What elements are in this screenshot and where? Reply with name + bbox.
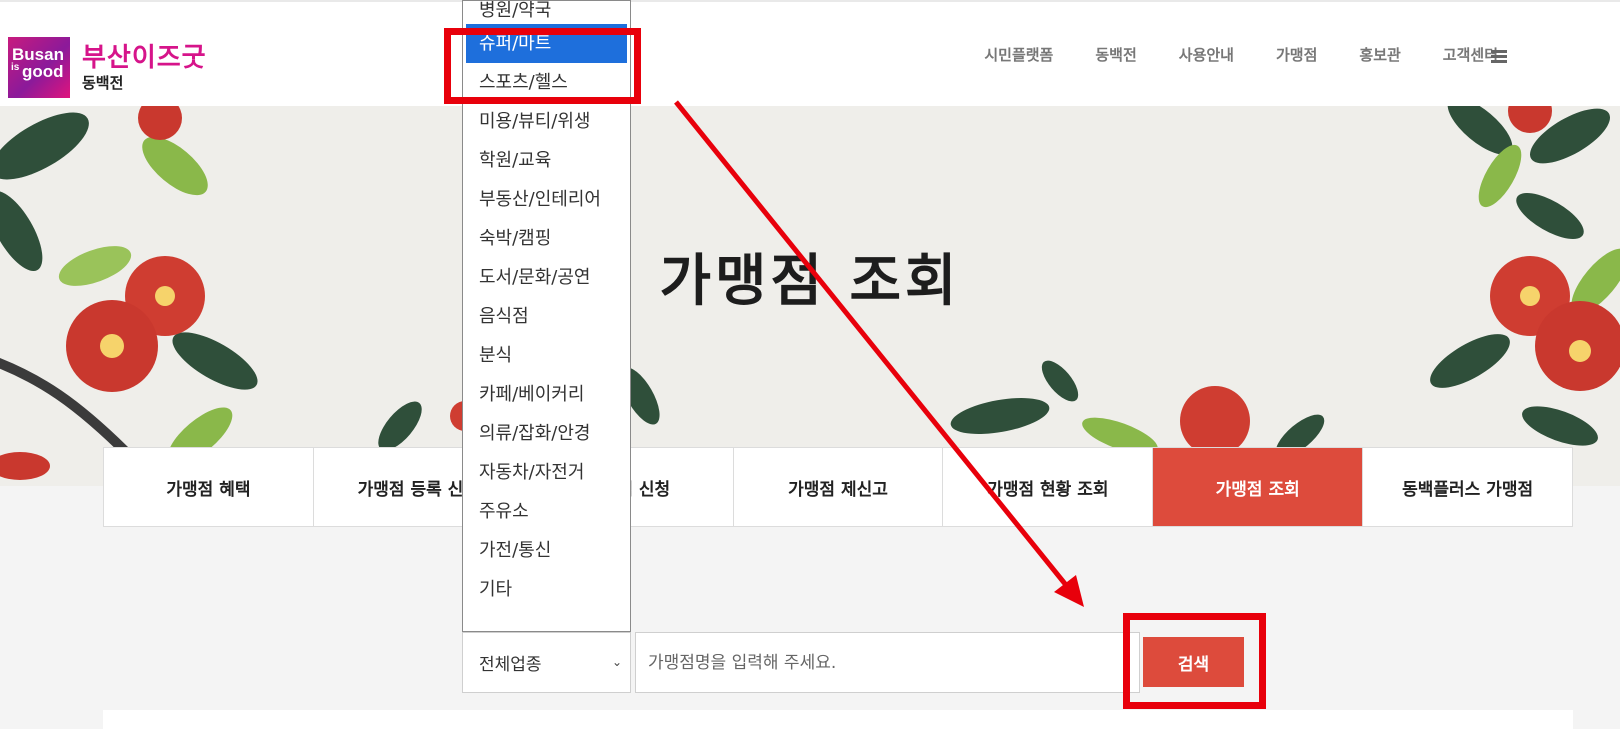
menu-icon[interactable] [1491, 50, 1507, 64]
logo-subtitle: 동백전 [82, 73, 124, 92]
dropdown-option[interactable]: 주유소 [463, 492, 630, 531]
dropdown-option[interactable]: 음식점 [463, 297, 630, 336]
dropdown-option[interactable]: 분식 [463, 336, 630, 375]
logo-title: 부산이즈굿 [82, 42, 207, 73]
nav-item-promotion[interactable]: 홍보관 [1359, 44, 1400, 65]
main-nav: 시민플랫폼 동백전 사용안내 가맹점 홍보관 고객센터 [942, 44, 1498, 65]
dropdown-option[interactable]: 가전/통신 [463, 531, 630, 570]
nav-item-merchant[interactable]: 가맹점 [1276, 44, 1317, 65]
page-title: 가맹점 조회 [659, 249, 961, 314]
site-header: Busan is good 부산이즈굿 동백전 시민플랫폼 동백전 사용안내 가… [0, 0, 1620, 106]
dropdown-option[interactable]: 학원/교육 [463, 141, 630, 180]
search-button[interactable]: 검색 [1143, 637, 1244, 687]
dropdown-option[interactable]: 스포츠/헬스 [463, 63, 630, 102]
logo-text: 부산이즈굿 동백전 [82, 43, 207, 93]
dropdown-option[interactable]: 병원/약국 [463, 1, 630, 24]
dropdown-option[interactable]: 자동차/자전거 [463, 453, 630, 492]
nav-item-guide[interactable]: 사용안내 [1179, 44, 1234, 65]
nav-item-dongbaek[interactable]: 동백전 [1095, 44, 1136, 65]
tab-dongbaek-plus[interactable]: 동백플러스 가맹점 [1363, 448, 1572, 526]
tab-merchant-report[interactable]: 가맹점 제신고 [734, 448, 944, 526]
dropdown-option[interactable]: 의류/잡화/안경 [463, 414, 630, 453]
dropdown-option[interactable]: 부동산/인테리어 [463, 180, 630, 219]
results-area [103, 710, 1573, 729]
dropdown-option-highlighted[interactable]: 슈퍼/마트 [466, 24, 627, 63]
logo-word-good: good [22, 62, 64, 81]
tab-merchant-search[interactable]: 가맹점 조회 [1153, 448, 1364, 526]
logo-word-is: is [11, 62, 20, 73]
category-select-value: 전체업종 [479, 655, 542, 675]
busan-is-good-logo-icon: Busan is good [8, 37, 70, 98]
tab-merchant-status[interactable]: 가맹점 현황 조회 [943, 448, 1154, 526]
site-logo[interactable]: Busan is good 부산이즈굿 동백전 [8, 37, 207, 98]
logo-word-busan: Busan [12, 45, 64, 64]
dropdown-option[interactable]: 미용/뷰티/위생 [463, 102, 630, 141]
nav-item-customer-center[interactable]: 고객센터 [1443, 44, 1498, 65]
hero-banner: 가맹점 조회 [0, 106, 1620, 486]
dropdown-option[interactable]: 카페/베이커리 [463, 375, 630, 414]
category-dropdown-list[interactable]: 병원/약국 슈퍼/마트 스포츠/헬스 미용/뷰티/위생 학원/교육 부동산/인테… [462, 0, 631, 632]
category-select[interactable]: 전체업종 ⌄ [462, 632, 631, 693]
tab-merchant-benefits[interactable]: 가맹점 혜택 [104, 448, 314, 526]
chevron-down-icon: ⌄ [611, 655, 622, 669]
nav-item-citizen-platform[interactable]: 시민플랫폼 [984, 44, 1053, 65]
dropdown-option[interactable]: 도서/문화/공연 [463, 258, 630, 297]
dropdown-option[interactable]: 숙박/캠핑 [463, 219, 630, 258]
merchant-name-input[interactable] [635, 632, 1140, 693]
sub-nav-tabs: 가맹점 혜택 가맹점 등록 신청 가맹점 신청 가맹점 제신고 가맹점 현황 조… [103, 447, 1573, 527]
dropdown-option[interactable]: 기타 [463, 570, 630, 609]
